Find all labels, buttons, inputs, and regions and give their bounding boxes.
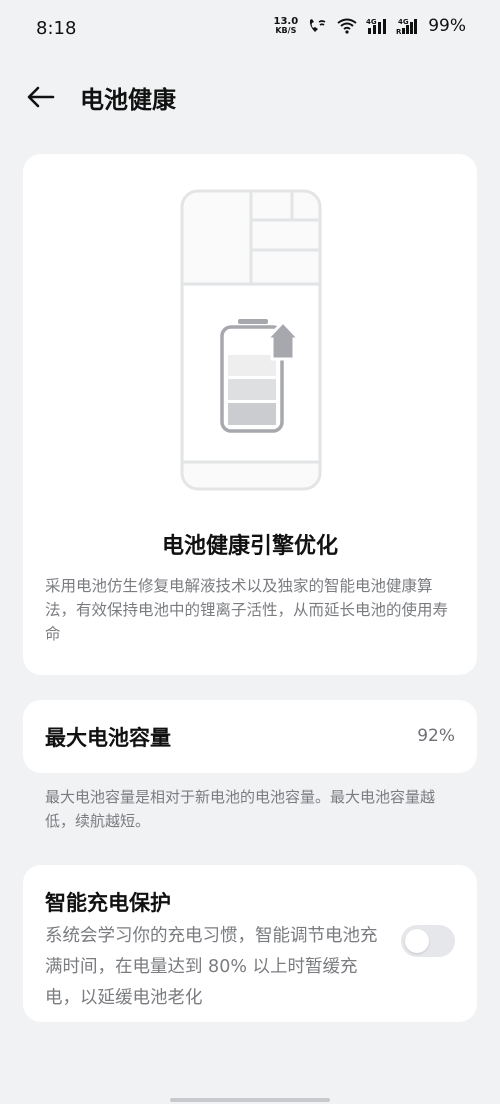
max-capacity-value: 92% <box>417 726 455 746</box>
status-icons: 13.0 KB/S 4G 4G R 99% <box>274 16 466 36</box>
signal-4g-roaming-icon: 4G R <box>396 17 418 36</box>
network-speed-unit: KB/S <box>275 26 297 35</box>
wifi-icon <box>336 17 358 35</box>
smart-charging-toggle[interactable] <box>401 925 455 957</box>
smart-charging-description: 系统会学习你的充电习惯，智能调节电池充满时间，在电量达到 80% 以上时暂缓充电… <box>45 926 378 1008</box>
max-capacity-note: 最大电池容量是相对于新电池的电池容量。最大电池容量越低，续航越短。 <box>45 788 436 830</box>
max-capacity-card: 最大电池容量 92% <box>23 700 477 773</box>
back-button[interactable] <box>24 80 58 114</box>
svg-text:4G: 4G <box>398 18 409 26</box>
toggle-knob <box>405 929 429 953</box>
smart-charging-card: 智能充电保护 系统会学习你的充电习惯，智能调节电池充满时间，在电量达到 80% … <box>23 865 477 1022</box>
home-indicator[interactable] <box>170 1098 330 1102</box>
page-title: 电池健康 <box>80 86 176 114</box>
phone-battery-illustration <box>180 189 322 491</box>
status-time: 8:18 <box>36 18 77 39</box>
svg-text:4G: 4G <box>366 18 377 26</box>
max-capacity-label: 最大电池容量 <box>45 726 171 750</box>
battery-percent: 99% <box>428 16 466 36</box>
network-speed: 13.0 KB/S <box>273 16 299 36</box>
svg-text:R: R <box>396 28 402 35</box>
status-bar: 8:18 13.0 KB/S 4G 4G R 99% <box>0 0 500 60</box>
wifi-calling-icon <box>306 17 328 35</box>
network-speed-value: 13.0 <box>273 16 299 27</box>
smart-charging-title: 智能充电保护 <box>45 891 171 915</box>
battery-engine-card: 电池健康引擎优化 采用电池仿生修复电解液技术以及独家的智能电池健康算法，有效保持… <box>23 154 477 675</box>
back-arrow-icon <box>27 86 55 108</box>
app-header: 电池健康 <box>0 70 500 126</box>
hero-title: 电池健康引擎优化 <box>161 534 338 559</box>
signal-4g-icon: 4G <box>366 17 388 35</box>
hero-description: 采用电池仿生修复电解液技术以及独家的智能电池健康算法，有效保持电池中的锂离子活性… <box>45 577 449 643</box>
